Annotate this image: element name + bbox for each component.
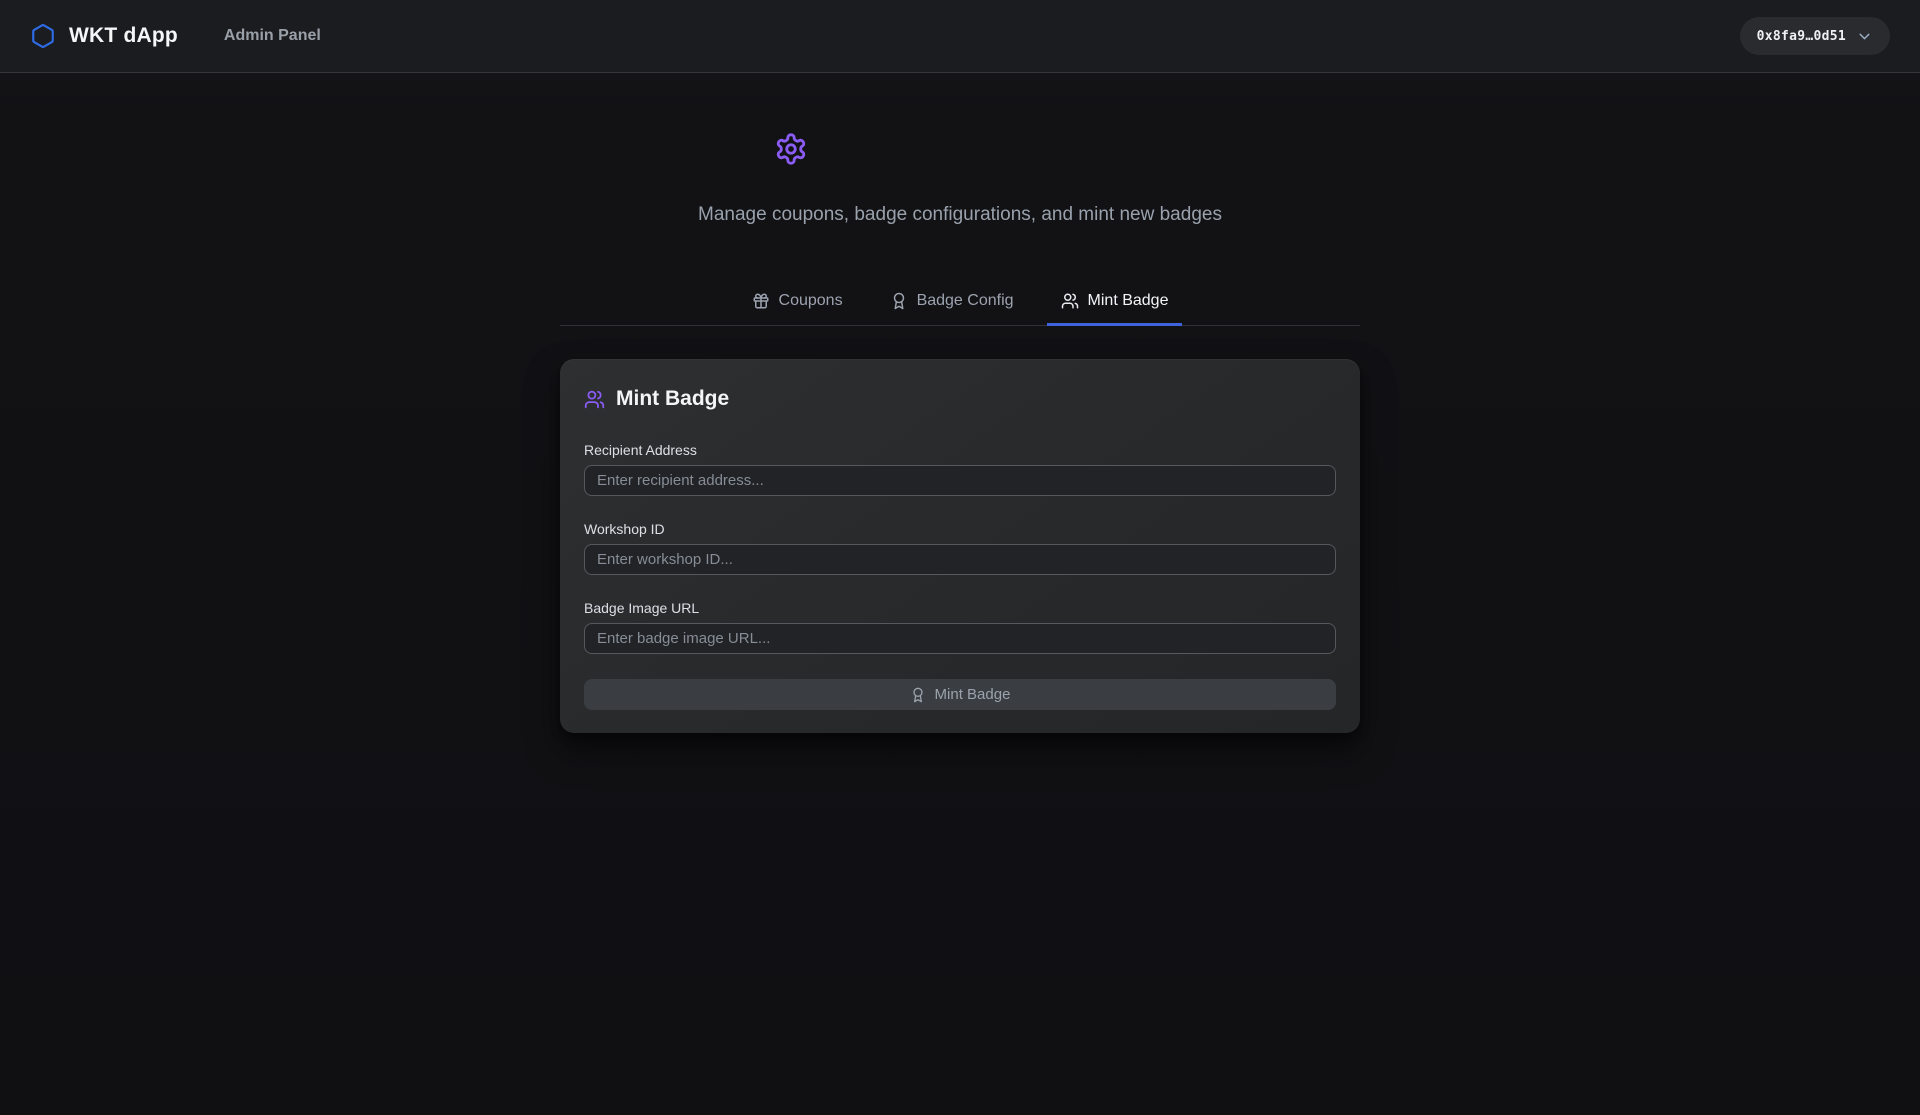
tab-label: Mint Badge bbox=[1088, 292, 1169, 310]
hero: Admin Dashboard Manage coupons, badge co… bbox=[0, 127, 1920, 226]
panel-title: Mint Badge bbox=[616, 387, 729, 411]
brand-title: WKT dApp bbox=[69, 24, 178, 48]
tab-label: Coupons bbox=[779, 292, 843, 310]
wallet-address: 0x8fa9…0d51 bbox=[1757, 29, 1846, 44]
nav-link-admin-panel[interactable]: Admin Panel bbox=[224, 27, 321, 45]
workshop-id-input[interactable] bbox=[584, 544, 1336, 575]
workshop-id-label: Workshop ID bbox=[584, 521, 1336, 537]
users-icon bbox=[584, 389, 605, 410]
tab-coupons[interactable]: Coupons bbox=[738, 288, 857, 326]
page-title: Admin Dashboard bbox=[824, 127, 1147, 170]
award-icon bbox=[910, 687, 926, 703]
users-icon bbox=[1061, 292, 1079, 310]
mint-badge-button-label: Mint Badge bbox=[935, 686, 1011, 703]
mint-badge-button[interactable]: Mint Badge bbox=[584, 679, 1336, 710]
award-icon bbox=[890, 292, 908, 310]
topbar: WKT dApp Admin Panel 0x8fa9…0d51 bbox=[0, 0, 1920, 73]
hexagon-logo-icon bbox=[30, 23, 56, 49]
badge-image-url-input[interactable] bbox=[584, 623, 1336, 654]
tab-badge-config[interactable]: Badge Config bbox=[876, 288, 1028, 326]
wallet-address-button[interactable]: 0x8fa9…0d51 bbox=[1740, 17, 1890, 55]
tab-mint-badge[interactable]: Mint Badge bbox=[1047, 288, 1183, 326]
mint-badge-panel: Mint Badge Recipient Address Workshop ID… bbox=[560, 359, 1360, 733]
brand[interactable]: WKT dApp bbox=[30, 23, 178, 49]
gear-icon bbox=[774, 132, 808, 166]
page-subtitle: Manage coupons, badge configurations, an… bbox=[0, 204, 1920, 226]
gift-icon bbox=[752, 292, 770, 310]
tab-label: Badge Config bbox=[917, 292, 1014, 310]
recipient-address-label: Recipient Address bbox=[584, 442, 1336, 458]
tab-bar: Coupons Badge Config Mint Badge bbox=[560, 288, 1360, 326]
chevron-down-icon bbox=[1856, 28, 1873, 45]
recipient-address-input[interactable] bbox=[584, 465, 1336, 496]
mint-badge-form: Recipient Address Workshop ID Badge Imag… bbox=[584, 442, 1336, 710]
badge-image-url-label: Badge Image URL bbox=[584, 600, 1336, 616]
